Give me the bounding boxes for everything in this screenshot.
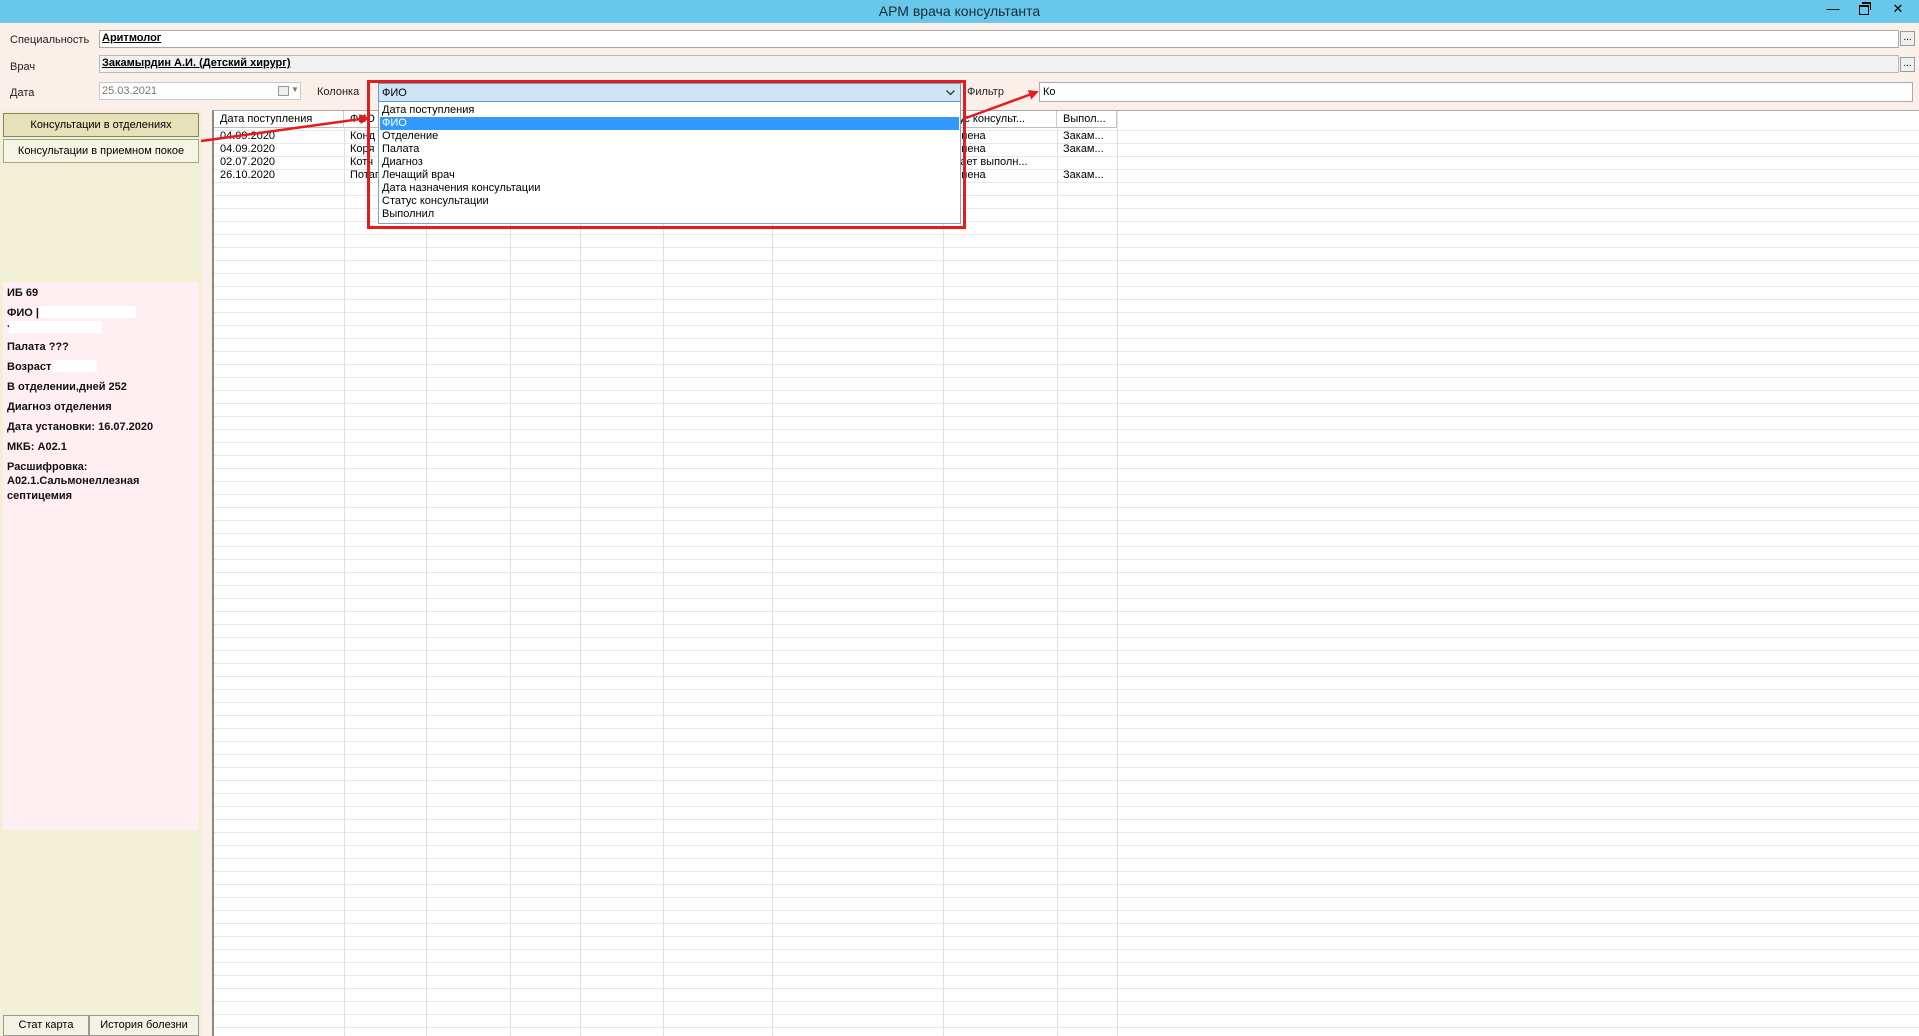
decode-label: Расшифровка: — [7, 461, 88, 473]
department-diagnosis: Диагноз отделения — [7, 401, 112, 413]
highlight-box — [367, 80, 966, 229]
minimize-button[interactable]: — — [1818, 0, 1848, 19]
specialty-label: Специальность — [10, 34, 90, 46]
doctor-value: Закамырдин А.И. (Детский хирург) — [102, 57, 291, 69]
column-header-done-by[interactable]: Выпол... — [1057, 111, 1117, 128]
medical-history-button[interactable]: История болезни — [89, 1015, 199, 1036]
doctor-browse-button[interactable]: ... — [1900, 57, 1915, 72]
cell-done-by: Закам... — [1063, 130, 1104, 142]
cell-done-by — [1059, 156, 1115, 169]
patient-ward: Палата ??? — [7, 341, 69, 353]
redacted-line — [9, 321, 102, 333]
patient-ib: ИБ 69 — [7, 287, 39, 299]
redacted-age — [53, 360, 97, 372]
mkb-code: МКБ: A02.1 — [7, 441, 67, 453]
diagnosis-date: Дата установки: 16.07.2020 — [7, 421, 154, 433]
column-label: Колонка — [317, 86, 360, 98]
grid-lines — [214, 111, 1919, 1036]
minimize-icon: — — [1826, 1, 1840, 16]
nav-consultations-departments[interactable]: Консультации в отделениях — [3, 113, 199, 137]
cell-date: 02.07.2020 — [220, 156, 276, 168]
cell-done-by: Закам... — [1063, 143, 1104, 155]
specialty-field[interactable]: Аритмолог — [99, 30, 1899, 48]
column-header-date[interactable]: Дата поступления — [214, 111, 344, 128]
patient-days: В отделении,дней 252 — [7, 381, 127, 393]
date-value: 25.03.2021 — [102, 85, 158, 97]
nav-consultations-reception[interactable]: Консультации в приемном покое — [3, 139, 199, 163]
date-label: Дата — [10, 87, 35, 99]
maximize-button[interactable] — [1849, 0, 1879, 19]
filter-label: Фильтр — [967, 86, 1004, 98]
stat-card-button[interactable]: Стат карта — [3, 1015, 89, 1036]
close-icon: ✕ — [1892, 1, 1904, 16]
doctor-label: Врач — [10, 61, 36, 73]
close-button[interactable]: ✕ — [1878, 0, 1918, 19]
patient-age: Возраст — [7, 361, 52, 373]
window-title: АРМ врача консультанта — [878, 3, 1041, 19]
calendar-icon[interactable] — [278, 86, 289, 96]
specialty-browse-button[interactable]: ... — [1900, 31, 1915, 46]
doctor-field[interactable]: Закамырдин А.И. (Детский хирург) — [99, 55, 1899, 73]
cell-date: 04.09.2020 — [220, 130, 276, 142]
decode-value: A02.1.Сальмонеллезная септицемия — [7, 475, 140, 502]
restore-icon — [1859, 2, 1871, 15]
cell-date: 04.09.2020 — [220, 143, 276, 155]
redacted-fio — [39, 306, 136, 318]
chevron-down-icon[interactable]: ▼ — [291, 85, 299, 94]
consultations-grid[interactable]: Дата поступления ФИО татус консульт... В… — [212, 110, 1919, 1036]
specialty-value: Аритмолог — [102, 32, 162, 44]
patient-fio: ФИО | — [7, 307, 39, 319]
filter-input[interactable]: Ко — [1039, 82, 1913, 102]
cell-date: 26.10.2020 — [220, 169, 276, 181]
cell-done-by: Закам... — [1063, 169, 1104, 181]
date-field[interactable]: 25.03.2021 ▼ — [99, 82, 301, 100]
filter-value: Ко — [1043, 86, 1056, 98]
